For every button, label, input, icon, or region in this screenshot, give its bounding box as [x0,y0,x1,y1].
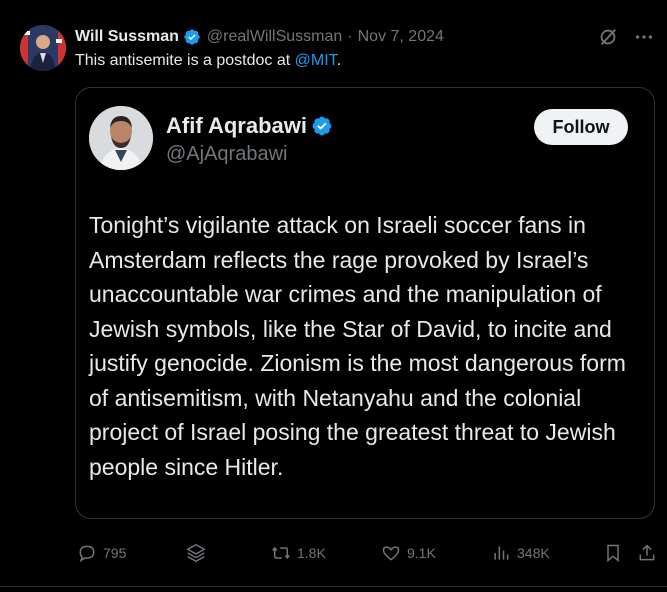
repost-action[interactable]: 1.8K [271,538,326,568]
mention-link[interactable]: @MIT [295,52,337,69]
quoted-author-name-row: Afif Aqrabawi [166,113,339,139]
author-name[interactable]: Will Sussman [75,28,179,46]
quoted-verified-badge-icon [311,115,333,137]
layers-icon [185,542,207,564]
tweet[interactable]: Will Sussman @realWillSussman · Nov 7, 2… [0,0,667,592]
bookmark-icon [603,543,623,563]
layers-action[interactable] [185,538,207,568]
share-action[interactable] [637,538,657,568]
tweet-text: This antisemite is a postdoc at @MIT. [75,52,341,70]
views-count: 348K [517,545,550,561]
follow-button[interactable]: Follow [534,109,628,145]
views-icon [491,543,511,563]
quoted-author-name[interactable]: Afif Aqrabawi [166,113,307,139]
reply-icon [77,543,97,563]
quoted-tweet[interactable]: Afif Aqrabawi @AjAqrabawi Follow Tonight… [75,87,655,519]
tweet-divider [0,586,667,587]
views-action[interactable]: 348K [491,538,550,568]
author-avatar[interactable] [20,25,66,71]
bookmark-action[interactable] [603,538,623,568]
share-icon [637,543,657,563]
tweet-date[interactable]: Nov 7, 2024 [358,28,444,46]
author-handle[interactable]: @realWillSussman [207,28,342,46]
verified-badge-icon [183,28,201,46]
tweet-text-prefix: This antisemite is a postdoc at [75,52,295,69]
repost-icon [271,543,291,563]
reply-action[interactable]: 795 [77,538,126,568]
tweet-header: Will Sussman @realWillSussman · Nov 7, 2… [75,28,444,46]
tweet-text-suffix: . [336,52,342,69]
top-right-actions [597,26,655,48]
heart-icon [381,543,401,563]
tweet-actions: 795 1.8K 9.1K 348K [75,538,660,568]
more-options-icon[interactable] [633,26,655,48]
quoted-author-avatar[interactable] [89,106,153,170]
repost-count: 1.8K [297,545,326,561]
like-count: 9.1K [407,545,436,561]
quoted-author-handle[interactable]: @AjAqrabawi [166,143,287,166]
separator-dot: · [347,28,353,45]
quoted-tweet-text: Tonight’s vigilante attack on Israeli so… [89,212,626,480]
reply-count: 795 [103,545,127,561]
grok-icon[interactable] [597,26,619,48]
like-action[interactable]: 9.1K [381,538,436,568]
